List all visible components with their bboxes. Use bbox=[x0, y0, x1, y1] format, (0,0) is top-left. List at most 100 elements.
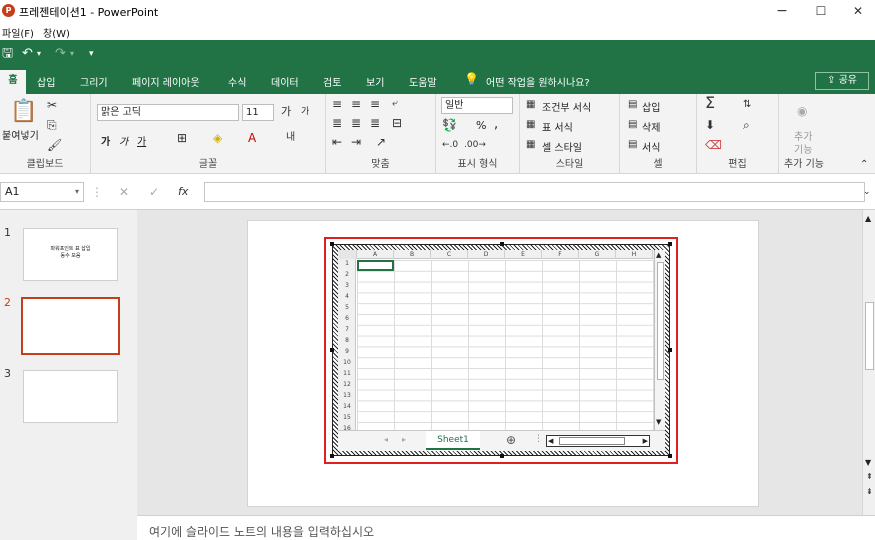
slide-canvas[interactable]: A B C D E F G H 1 2 3 4 5 6 7 8 9 10 11 … bbox=[247, 220, 759, 507]
decrease-indent-icon[interactable]: ⇤ bbox=[332, 135, 342, 149]
maximize-button[interactable]: ☐ bbox=[800, 0, 842, 22]
redo-icon[interactable]: ↷ bbox=[55, 45, 66, 63]
slide-thumbnail-3[interactable] bbox=[23, 370, 118, 423]
bold-button[interactable]: 가 bbox=[101, 133, 110, 148]
undo-icon[interactable]: ↶ bbox=[22, 45, 33, 63]
sheet-vertical-scrollbar[interactable]: ▲ ▼ bbox=[654, 250, 665, 430]
italic-button[interactable]: 가 bbox=[119, 133, 128, 148]
orientation-icon[interactable]: ↗ bbox=[376, 135, 386, 149]
tab-help[interactable]: 도움말 bbox=[409, 74, 437, 89]
row-header[interactable]: 4 bbox=[338, 293, 356, 300]
minimize-button[interactable]: − bbox=[761, 0, 803, 22]
resize-handle-bl[interactable] bbox=[330, 454, 334, 458]
cell-style-button[interactable]: 셀 스타일 bbox=[542, 139, 582, 154]
table-format-button[interactable]: 표 서식 bbox=[542, 119, 573, 134]
column-header[interactable]: A bbox=[357, 250, 394, 259]
align-top-icon[interactable]: ≡ bbox=[332, 97, 342, 111]
tab-draw[interactable]: 그리기 bbox=[80, 74, 108, 89]
row-header[interactable]: 13 bbox=[338, 392, 356, 399]
editor-scroll-thumb[interactable] bbox=[865, 302, 874, 370]
next-sheet-icon[interactable]: ▸ bbox=[402, 435, 406, 444]
notes-pane[interactable]: 여기에 슬라이드 노트의 내용을 입력하십시오 bbox=[137, 515, 875, 540]
align-bottom-icon[interactable]: ≡ bbox=[370, 97, 380, 111]
tab-formulas[interactable]: 수식 bbox=[228, 74, 246, 89]
row-header[interactable]: 6 bbox=[338, 315, 356, 322]
name-box[interactable]: A1 ▾ bbox=[0, 182, 84, 202]
save-icon[interactable]: 🖫 bbox=[2, 45, 13, 63]
insert-cells-button[interactable]: 삽입 bbox=[642, 99, 660, 114]
find-select-icon[interactable]: ⌕ bbox=[743, 118, 750, 132]
prev-slide-icon[interactable]: ⇞ bbox=[866, 472, 873, 481]
paste-icon[interactable]: 📋 bbox=[10, 100, 37, 124]
enter-icon[interactable]: ✓ bbox=[149, 185, 159, 199]
share-button[interactable]: ⇪ 공유 bbox=[815, 72, 869, 90]
row-header[interactable]: 7 bbox=[338, 326, 356, 333]
scroll-right-icon[interactable]: ▶ bbox=[643, 436, 648, 446]
add-sheet-icon[interactable]: ⊕ bbox=[506, 433, 516, 447]
resize-handle-r[interactable] bbox=[668, 348, 672, 352]
menu-window[interactable]: 창(W) bbox=[43, 25, 70, 40]
fill-color-icon[interactable]: ◈ bbox=[213, 131, 222, 145]
tab-home[interactable]: 홈 bbox=[0, 70, 26, 94]
clear-icon[interactable]: ⌫ bbox=[705, 138, 722, 152]
row-header[interactable]: 9 bbox=[338, 348, 356, 355]
resize-handle-tl[interactable] bbox=[330, 242, 334, 246]
format-painter-icon[interactable]: 🖌 bbox=[47, 138, 62, 152]
scroll-down-icon[interactable]: ▼ bbox=[656, 418, 661, 426]
resize-handle-b[interactable] bbox=[500, 454, 504, 458]
format-cells-button[interactable]: 서식 bbox=[642, 139, 660, 154]
copy-icon[interactable]: ⎘ bbox=[47, 118, 57, 132]
percent-button[interactable]: % bbox=[476, 119, 486, 132]
redo-dropdown-icon[interactable]: ▾ bbox=[70, 45, 74, 63]
increase-decimal-icon[interactable]: ←.0 bbox=[442, 138, 458, 152]
increase-indent-icon[interactable]: ⇥ bbox=[351, 135, 361, 149]
cancel-icon[interactable]: ✕ bbox=[119, 185, 129, 199]
row-header[interactable]: 3 bbox=[338, 282, 356, 289]
tell-me-search[interactable]: 어떤 작업을 원하시나요? bbox=[486, 74, 590, 89]
scroll-left-icon[interactable]: ◀ bbox=[548, 436, 553, 446]
cell-grid[interactable] bbox=[357, 260, 654, 430]
cut-icon[interactable]: ✂ bbox=[47, 98, 57, 112]
resize-handle-t[interactable] bbox=[500, 242, 504, 246]
align-middle-icon[interactable]: ≡ bbox=[351, 97, 361, 111]
row-header[interactable]: 8 bbox=[338, 337, 356, 344]
h-scroll-thumb[interactable] bbox=[559, 437, 625, 445]
font-color-icon[interactable]: A bbox=[248, 131, 256, 145]
row-header[interactable]: 15 bbox=[338, 414, 356, 421]
resize-handle-tr[interactable] bbox=[668, 242, 672, 246]
tab-view[interactable]: 보기 bbox=[366, 74, 384, 89]
row-header[interactable]: 11 bbox=[338, 370, 356, 377]
slide-thumbnail-2[interactable] bbox=[21, 297, 120, 355]
sheet-tab-sheet1[interactable]: Sheet1 bbox=[426, 431, 480, 450]
borders-icon[interactable]: ⊞ bbox=[177, 131, 187, 145]
menu-file[interactable]: 파일(F) bbox=[2, 25, 34, 40]
column-header[interactable]: F bbox=[542, 250, 579, 259]
row-header[interactable]: 12 bbox=[338, 381, 356, 388]
active-cell-a1[interactable] bbox=[357, 260, 394, 271]
tab-data[interactable]: 데이터 bbox=[271, 74, 299, 89]
wrap-text-icon[interactable]: ⤶ bbox=[392, 97, 398, 111]
resize-handle-br[interactable] bbox=[668, 454, 672, 458]
align-left-icon[interactable]: ≣ bbox=[332, 116, 342, 130]
comma-button[interactable]: , bbox=[494, 117, 498, 132]
next-slide-icon[interactable]: ⇟ bbox=[866, 487, 873, 496]
underline-button[interactable]: 가 bbox=[137, 133, 146, 148]
conditional-format-button[interactable]: 조건부 서식 bbox=[542, 99, 591, 114]
slide-thumbnail-1[interactable]: 파워포인트 표 삽입 동수 모음 bbox=[23, 228, 118, 281]
column-header[interactable]: B bbox=[394, 250, 431, 259]
merge-center-icon[interactable]: ⊟ bbox=[392, 116, 402, 130]
embedded-excel-object[interactable]: A B C D E F G H 1 2 3 4 5 6 7 8 9 10 11 … bbox=[330, 242, 672, 458]
font-name-select[interactable]: 맑은 고딕 bbox=[97, 104, 239, 121]
decrease-font-icon[interactable]: 가 bbox=[301, 105, 309, 119]
tab-page-layout[interactable]: 페이지 레이아웃 bbox=[132, 74, 200, 89]
phonetic-icon[interactable]: 내 bbox=[286, 131, 295, 145]
currency-icon[interactable]: 💱 bbox=[442, 118, 457, 132]
addins-line2[interactable]: 기능 bbox=[794, 141, 812, 156]
column-header[interactable]: G bbox=[579, 250, 616, 259]
autosum-icon[interactable]: Σ bbox=[705, 95, 715, 111]
column-header[interactable]: C bbox=[431, 250, 468, 259]
font-size-select[interactable]: 11 bbox=[242, 104, 274, 121]
customize-icon[interactable]: ▾ bbox=[89, 45, 94, 63]
undo-dropdown-icon[interactable]: ▾ bbox=[37, 45, 41, 63]
sheet-horizontal-scrollbar[interactable]: ◀ ▶ bbox=[546, 435, 650, 447]
